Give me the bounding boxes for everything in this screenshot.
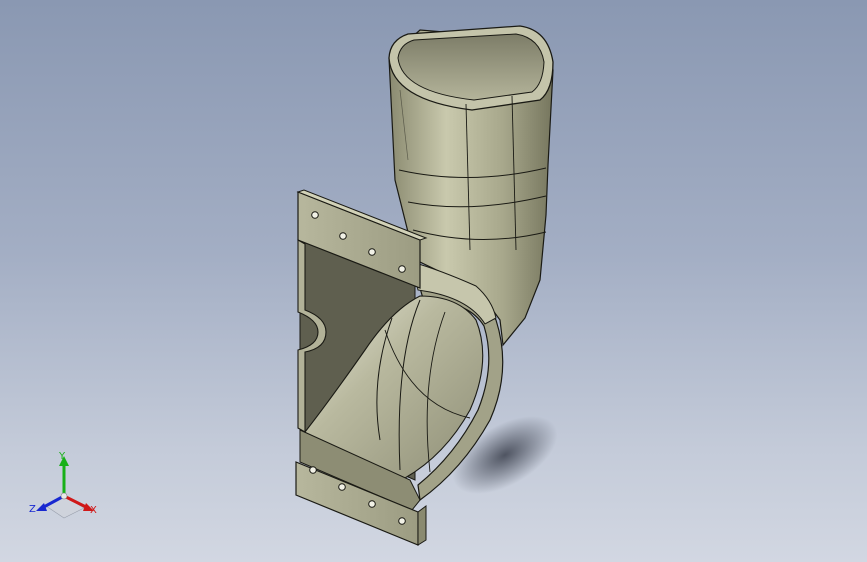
x-axis-label: X [90, 505, 97, 516]
bolt-hole [338, 483, 346, 491]
orientation-triad[interactable]: Y X Z [28, 448, 104, 524]
bolt-hole [311, 211, 319, 219]
bolt-hole [368, 248, 376, 256]
3d-viewport[interactable]: Y X Z [0, 0, 867, 562]
bolt-hole [398, 517, 406, 525]
z-axis-label: Z [29, 504, 36, 515]
y-axis-label: Y [59, 451, 66, 462]
bolt-hole [368, 500, 376, 508]
bolt-hole [398, 265, 406, 273]
model-scene[interactable] [0, 0, 867, 562]
bolt-hole [309, 466, 317, 474]
bolt-hole [339, 232, 347, 240]
